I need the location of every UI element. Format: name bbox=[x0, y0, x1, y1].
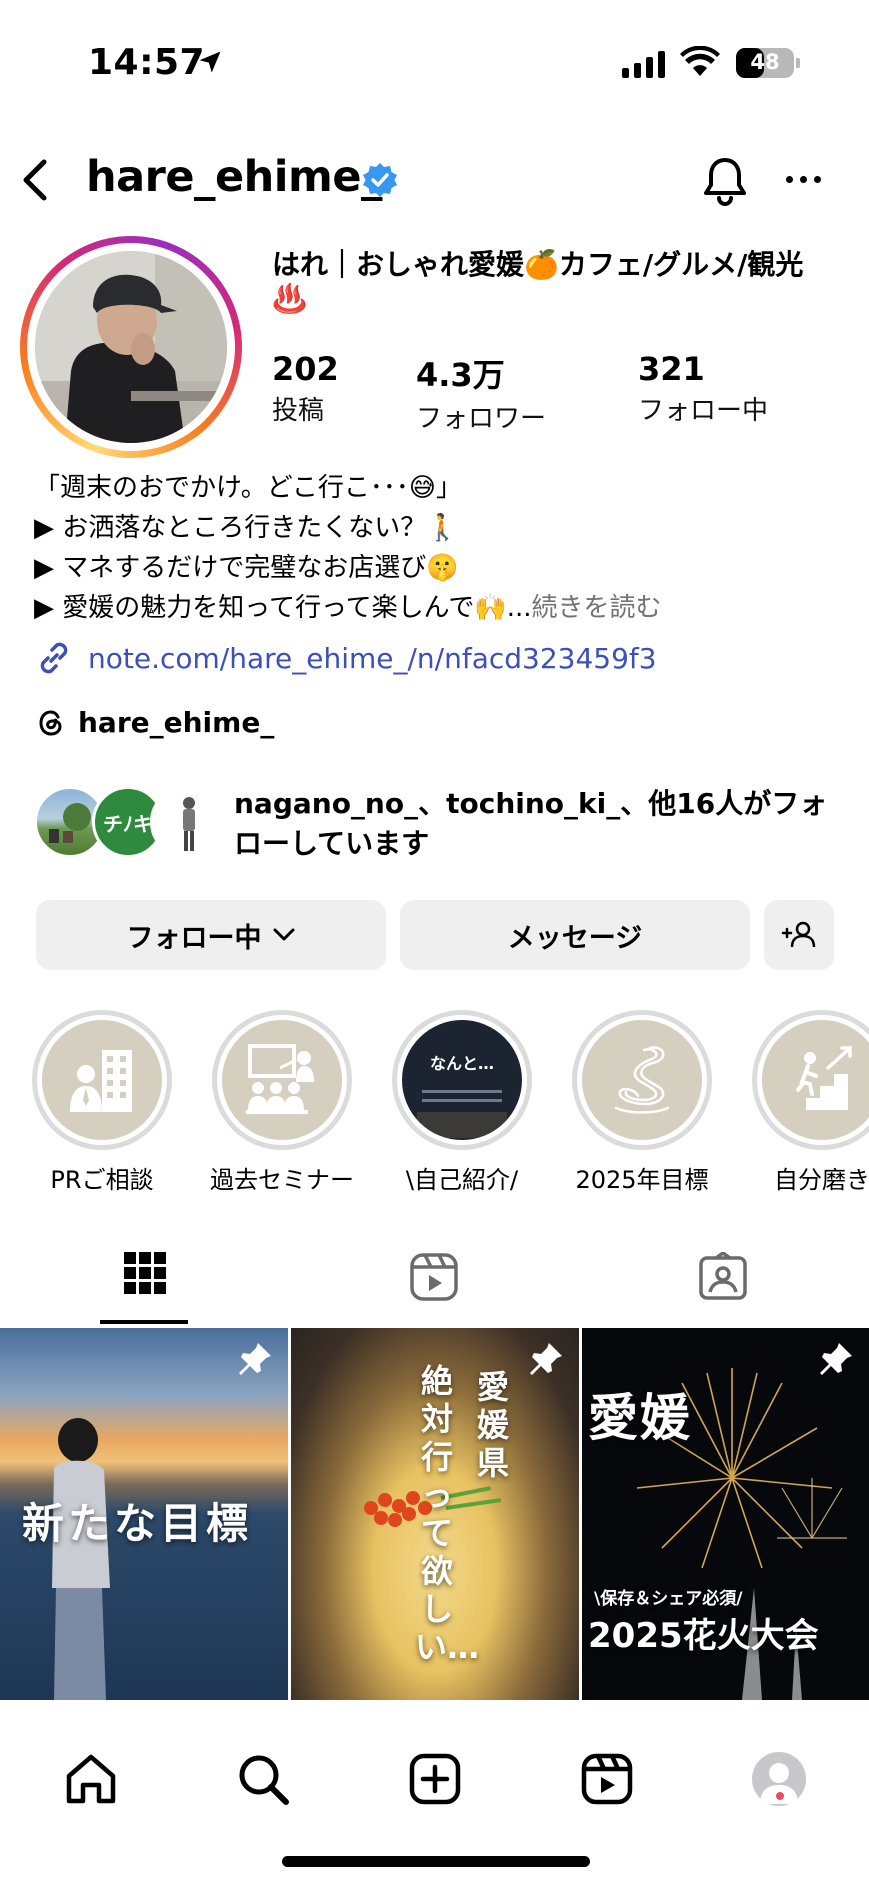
office-building-icon bbox=[70, 1050, 132, 1112]
post-overlay-title: 愛媛 bbox=[588, 1389, 692, 1447]
profile-bio: 「週末のおでかけ。どこ行こ･･･😅」 ▶ お洒落なところ行きたくない？🚶 ▶ マ… bbox=[34, 468, 844, 628]
profile-tabs bbox=[0, 1236, 869, 1326]
bio-line: ▶ 愛媛の魅力を知って行って楽しんで🙌... bbox=[34, 593, 532, 623]
following-button[interactable]: フォロー中 bbox=[36, 900, 386, 970]
more-options-icon[interactable] bbox=[786, 176, 821, 183]
post-overlay-text: 絶対行って欲しい… bbox=[415, 1362, 480, 1666]
home-indicator bbox=[282, 1856, 590, 1867]
grid-icon[interactable] bbox=[124, 1252, 166, 1294]
back-arrow-icon[interactable] bbox=[16, 156, 56, 204]
highlight-label: 2025年目標 bbox=[575, 1166, 709, 1194]
stat-followers-count: 4.3万 bbox=[416, 356, 505, 394]
stat-followers[interactable]: 4.3万 フォロワー bbox=[416, 350, 546, 435]
stairs-climb-icon bbox=[790, 1046, 852, 1110]
profile-display-name: はれ｜おしゃれ愛媛🍊カフェ/グルメ/観光♨️ bbox=[272, 248, 804, 315]
following-button-label: フォロー中 bbox=[126, 922, 262, 954]
battery-icon: 48 bbox=[736, 48, 794, 78]
highlight-pr[interactable]: PRご相談 bbox=[22, 1010, 182, 1195]
add-person-icon bbox=[781, 921, 816, 948]
stat-following-count: 321 bbox=[638, 350, 705, 388]
active-tab-indicator bbox=[100, 1320, 188, 1324]
highlight-label: 過去セミナー bbox=[210, 1166, 354, 1194]
followed-by-text: nagano_no_、tochino_ki_、他16人がフォローしています bbox=[234, 784, 844, 864]
bio-line: ▶ お洒落なところ行きたくない？🚶 bbox=[34, 513, 459, 543]
status-time: 14:57 bbox=[88, 42, 206, 83]
stat-followers-label: フォロワー bbox=[416, 404, 547, 434]
cellular-signal-icon bbox=[622, 50, 665, 78]
pin-icon bbox=[820, 1343, 852, 1375]
pin-icon bbox=[239, 1343, 271, 1375]
post-overlay-text: 2025花火大会 bbox=[588, 1616, 819, 1656]
post-tile[interactable]: 愛媛県 絶対行って欲しい… bbox=[291, 1328, 579, 1700]
highlight-label: PRご相談 bbox=[50, 1166, 154, 1194]
seminar-icon bbox=[246, 1044, 314, 1114]
posts-grid: 新たな目標 愛媛県 絶対行って欲しい… 愛媛 \保存＆シェア必須/ 2025花火… bbox=[0, 1328, 869, 1700]
profile-header: hare_ehime_ bbox=[0, 140, 869, 220]
pin-icon bbox=[530, 1343, 562, 1375]
profile-link-text: note.com/hare_ehime_/n/nfacd323459f3 bbox=[88, 641, 657, 675]
stat-following-label: フォロー中 bbox=[638, 396, 769, 426]
chevron-down-icon bbox=[273, 928, 294, 941]
bio-line: ▶ マネするだけで完璧なお店選び🤫 bbox=[34, 553, 459, 583]
profile-link[interactable]: note.com/hare_ehime_/n/nfacd323459f3 bbox=[34, 638, 657, 678]
stat-posts-count: 202 bbox=[272, 350, 339, 388]
bottom-navigation bbox=[0, 1700, 869, 1884]
snake-icon bbox=[614, 1046, 670, 1114]
message-button[interactable]: メッセージ bbox=[400, 900, 750, 970]
post-overlay-text: 新たな目標 bbox=[22, 1499, 253, 1548]
link-icon bbox=[40, 642, 68, 674]
post-tile[interactable]: 新たな目標 bbox=[0, 1328, 288, 1700]
tagged-icon[interactable] bbox=[698, 1252, 748, 1302]
post-overlay-title: 愛媛県 bbox=[476, 1368, 509, 1482]
post-overlay-subtitle: \保存＆シェア必須/ bbox=[594, 1589, 743, 1609]
profile-avatar[interactable] bbox=[20, 236, 242, 458]
suggest-people-button[interactable] bbox=[764, 900, 834, 970]
highlight-goal[interactable]: 2025年目標 bbox=[562, 1010, 722, 1195]
highlight-seminar[interactable]: 過去セミナー bbox=[202, 1010, 362, 1195]
create-post-icon[interactable] bbox=[408, 1752, 462, 1806]
highlight-intro[interactable]: なんと… \自己紹介/ bbox=[382, 1010, 542, 1195]
stat-posts-label: 投稿 bbox=[272, 396, 325, 426]
follower-avatar bbox=[150, 786, 222, 858]
highlight-thumb-text: なんと… bbox=[429, 1054, 494, 1073]
activity-dot bbox=[776, 1792, 784, 1800]
highlight-label: 自分磨き bbox=[774, 1166, 869, 1194]
bio-line: 「週末のおでかけ。どこ行こ･･･😅」 bbox=[34, 473, 463, 503]
stat-following[interactable]: 321 フォロー中 bbox=[638, 350, 768, 427]
header-username: hare_ehime_ bbox=[86, 152, 382, 202]
threads-icon bbox=[39, 709, 62, 736]
threads-username: hare_ehime_ bbox=[78, 706, 275, 739]
notification-bell-icon[interactable] bbox=[698, 154, 752, 208]
threads-badge[interactable]: hare_ehime_ bbox=[36, 706, 274, 739]
wifi-icon bbox=[680, 46, 720, 76]
verified-badge-icon bbox=[363, 163, 397, 197]
search-icon[interactable] bbox=[236, 1752, 290, 1806]
post-tile[interactable]: 愛媛 \保存＆シェア必須/ 2025花火大会 bbox=[582, 1328, 869, 1700]
home-icon[interactable] bbox=[64, 1752, 118, 1806]
followed-by[interactable]: チﾉキ nagano_no_、tochino_ki_、他16人がフォローしていま… bbox=[34, 784, 844, 864]
read-more-link[interactable]: 続きを読む bbox=[532, 593, 662, 623]
status-bar: 14:57 48 bbox=[0, 0, 869, 120]
reels-icon[interactable] bbox=[409, 1252, 459, 1302]
reels-nav-icon[interactable] bbox=[580, 1752, 634, 1806]
highlight-label: \自己紹介/ bbox=[405, 1166, 519, 1194]
highlight-self-improvement[interactable]: 自分磨き bbox=[742, 1010, 869, 1195]
followed-by-names: nagano_no_、tochino_ki_、 bbox=[234, 787, 649, 820]
battery-level: 48 bbox=[750, 50, 780, 74]
follower-avatar-text: チﾉキ bbox=[103, 811, 153, 836]
stat-posts[interactable]: 202 投稿 bbox=[272, 350, 339, 427]
message-button-label: メッセージ bbox=[507, 922, 643, 954]
location-arrow-icon bbox=[199, 51, 221, 73]
